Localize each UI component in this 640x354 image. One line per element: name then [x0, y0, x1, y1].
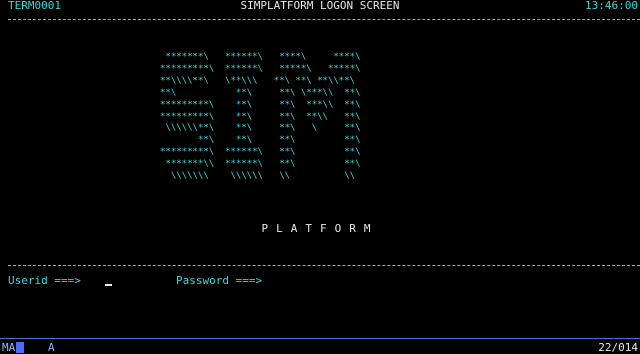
logo-line: \\\\\\**\ **\ **\ \ **\ — [160, 123, 361, 134]
sim-ascii-logo: *******\ ******\ ****\ ****\ *********\ *… — [160, 52, 360, 183]
userid-label: Userid ===> — [8, 274, 81, 287]
password-label: Password ===> — [176, 274, 263, 287]
userid-input[interactable] — [104, 274, 164, 286]
logo-line: **\ **\ **\ **\ — [160, 135, 361, 146]
logo-line: *********\ ******\ *****\ *****\ — [160, 63, 361, 74]
oia-indicator: A — [48, 341, 55, 354]
oia-divider — [0, 338, 640, 339]
logo-line: *********\ **\ **\ **\\ **\ — [160, 111, 361, 122]
platform-subtitle: PLATFORM — [261, 222, 379, 235]
text-cursor — [105, 284, 112, 286]
logo-line: *********\ ******\ **\ **\ — [160, 147, 361, 158]
top-divider — [8, 19, 640, 20]
password-input[interactable] — [288, 274, 368, 286]
logo-line: *********\ **\ **\ ***\\ **\ — [160, 99, 361, 110]
logo-line: **\\\\**\ \**\\\ **\ **\ **\\**\ — [160, 75, 356, 86]
header-bar: TERM0001 SIMPLATFORM LOGON SCREEN 13:46:… — [0, 0, 640, 48]
logo-line: *******\ ******\ ****\ ****\ — [160, 52, 361, 62]
oia-cursor-block — [16, 342, 24, 353]
oia-mode: MA — [2, 341, 16, 354]
logo-line: **\ **\ **\ \***\\ **\ — [160, 87, 361, 98]
bottom-divider — [8, 265, 640, 266]
clock: 13:46:00 — [585, 0, 638, 12]
screen-title: SIMPLATFORM LOGON SCREEN — [240, 0, 400, 12]
logo-line: \\\\\\\ \\\\\\ \\ \\ — [160, 171, 356, 182]
cursor-position: 22/014 — [598, 341, 638, 354]
logo-line: *******\\ ******\ **\ **\ — [160, 159, 361, 170]
operator-info-area: MA A 22/014 — [0, 340, 640, 354]
